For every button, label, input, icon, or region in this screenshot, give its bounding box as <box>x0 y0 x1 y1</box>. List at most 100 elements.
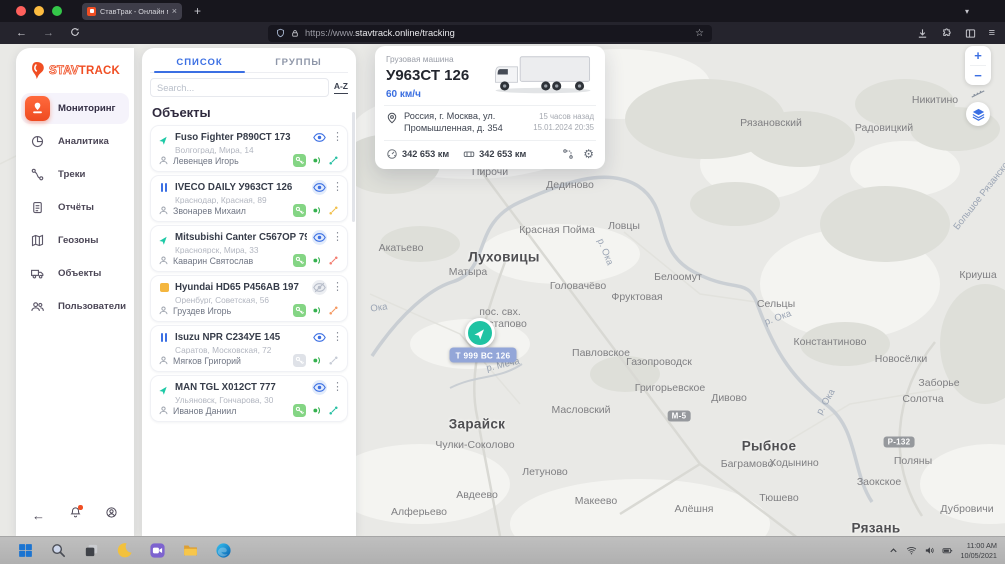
visibility-eye-icon[interactable] <box>312 180 327 195</box>
browser-menu-icon[interactable]: ≡ <box>989 27 995 39</box>
vehicle-status-icon <box>158 182 170 194</box>
marker-plate-label[interactable]: Т 999 ВС 126 <box>450 348 517 363</box>
extensions-puzzle-icon[interactable] <box>941 28 952 39</box>
sidebar-item-tracks[interactable]: Треки <box>21 159 129 190</box>
driver-name: Груздев Игорь <box>173 306 289 316</box>
file-explorer-icon[interactable] <box>179 540 201 562</box>
system-clock[interactable]: 11:00 AM 10/05/2021 <box>960 541 997 560</box>
vehicle-status-icon <box>158 132 170 144</box>
visibility-eye-icon[interactable] <box>312 280 327 295</box>
sidebar-item-monitoring[interactable]: Мониторинг <box>21 93 129 124</box>
tray-chevron-icon[interactable] <box>888 545 899 556</box>
notifications-bell-icon[interactable] <box>69 506 82 524</box>
window-close-button[interactable] <box>16 6 26 16</box>
tab-close-icon[interactable]: × <box>172 7 177 16</box>
sidebar-item-analytics[interactable]: Аналитика <box>21 126 129 157</box>
sidebar-item-label: Геозоны <box>58 235 98 246</box>
layers-icon <box>971 107 986 122</box>
map-measure-icon[interactable] <box>970 89 986 99</box>
vehicle-card[interactable]: MAN TGL Х012СТ 777 ⋮ Ульяновск, Гончаров… <box>150 375 348 422</box>
web-app-content: НикитиноРязановскийРадовицкийСергиевский… <box>0 44 1005 536</box>
vehicle-card[interactable]: Mitsubishi Canter С567ОР 790 ⋮ Красноярс… <box>150 225 348 272</box>
odometer-value: 342 653 км <box>402 149 449 159</box>
vehicle-menu-kebab-icon[interactable]: ⋮ <box>332 232 340 243</box>
sidebar-item-geozones[interactable]: Геозоны <box>21 225 129 256</box>
settings-gear-icon[interactable]: ⚙ <box>583 148 594 160</box>
vehicle-menu-kebab-icon[interactable]: ⋮ <box>332 382 340 393</box>
vehicle-card[interactable]: Hyundai HD65 Р456АВ 197 ⋮ Оренбург, Сове… <box>150 275 348 322</box>
night-mode-moon-icon[interactable] <box>113 540 135 562</box>
tab-groups[interactable]: ГРУППЫ <box>249 53 348 72</box>
start-button-icon[interactable] <box>14 540 36 562</box>
visibility-eye-icon[interactable] <box>312 230 327 245</box>
driver-name: Левенцев Игорь <box>173 156 289 166</box>
os-taskbar: 11:00 AM 10/05/2021 <box>0 536 1005 564</box>
vehicle-card[interactable]: IVECO DAILY У963СТ 126 ⋮ Краснодар, Крас… <box>150 175 348 222</box>
notification-dot <box>78 505 83 510</box>
vehicle-address: Оренбург, Советская, 56 <box>158 295 340 304</box>
downloads-icon[interactable] <box>917 28 928 39</box>
key-status-icon <box>293 204 306 217</box>
forward-button[interactable]: → <box>43 27 54 39</box>
sidebar-item-label: Отчёты <box>58 202 94 213</box>
sidebar-toggle-icon[interactable] <box>965 28 976 39</box>
vehicle-name: Isuzu NPR С234УЕ 145 <box>175 332 307 343</box>
account-icon[interactable] <box>105 506 118 524</box>
window-controls[interactable] <box>16 6 62 16</box>
window-minimize-button[interactable] <box>34 6 44 16</box>
vehicle-name: Hyundai HD65 Р456АВ 197 <box>175 282 307 293</box>
list-scrollbar[interactable] <box>352 112 356 222</box>
wifi-icon[interactable] <box>906 545 917 556</box>
reload-button[interactable] <box>70 27 80 40</box>
back-button[interactable]: ← <box>16 27 27 39</box>
map-layers-button[interactable] <box>966 102 990 126</box>
key-status-icon <box>293 254 306 267</box>
zoom-out-button[interactable]: − <box>965 66 991 85</box>
tab-favicon-icon <box>87 7 96 16</box>
driver-icon <box>158 405 169 416</box>
bookmark-star-icon[interactable]: ☆ <box>695 28 704 39</box>
browser-tab[interactable]: СтавТрак - Онлайн мониторинг × <box>82 3 182 20</box>
vehicle-menu-kebab-icon[interactable]: ⋮ <box>332 332 340 343</box>
vehicle-card[interactable]: Isuzu NPR С234УЕ 145 ⋮ Саратов, Московск… <box>150 325 348 372</box>
vehicle-plate: У963СТ 126 <box>386 67 492 84</box>
list-tabs-chevron-icon[interactable]: ▾ <box>965 7 969 16</box>
search-input[interactable] <box>150 78 329 97</box>
new-tab-button[interactable]: + <box>194 4 201 18</box>
vehicle-menu-kebab-icon[interactable]: ⋮ <box>332 132 340 143</box>
tab-list[interactable]: СПИСОК <box>150 53 249 72</box>
sidebar-item-label: Треки <box>58 169 85 180</box>
volume-icon[interactable] <box>924 545 935 556</box>
vehicle-map-marker[interactable] <box>465 318 495 348</box>
reports-icon <box>25 195 50 220</box>
ignition-status-icon <box>310 404 323 417</box>
collapse-sidebar-icon[interactable]: ← <box>32 508 45 523</box>
sort-az-button[interactable]: A-Z <box>334 81 348 93</box>
sidebar-item-objects[interactable]: Объекты <box>21 258 129 289</box>
driver-name: Звонарев Михаил <box>173 206 289 216</box>
address-bar[interactable]: https://www.stavtrack.online/tracking ☆ <box>268 25 712 42</box>
vehicle-menu-kebab-icon[interactable]: ⋮ <box>332 282 340 293</box>
ignition-status-icon <box>310 354 323 367</box>
video-app-icon[interactable] <box>146 540 168 562</box>
visibility-eye-icon[interactable] <box>312 380 327 395</box>
sidebar-item-reports[interactable]: Отчёты <box>21 192 129 223</box>
sidebar-item-users[interactable]: Пользователи <box>21 291 129 322</box>
zoom-in-button[interactable]: + <box>965 46 991 65</box>
visibility-eye-icon[interactable] <box>312 130 327 145</box>
vehicle-card[interactable]: Fuso Fighter Р890СТ 173 ⋮ Волгоград, Мир… <box>150 125 348 172</box>
driver-name: Мягков Григорий <box>173 356 289 366</box>
visibility-eye-icon[interactable] <box>312 330 327 345</box>
search-icon[interactable] <box>47 540 69 562</box>
vehicle-address: Саратов, Московская, 72 <box>158 345 340 354</box>
lock-icon <box>291 29 299 38</box>
window-maximize-button[interactable] <box>52 6 62 16</box>
battery-icon[interactable] <box>942 545 953 556</box>
route-icon[interactable] <box>562 148 574 160</box>
browser-tab-bar: СтавТрак - Онлайн мониторинг × + ▾ <box>0 0 1005 22</box>
task-view-icon[interactable] <box>80 540 102 562</box>
vehicle-menu-kebab-icon[interactable]: ⋮ <box>332 182 340 193</box>
connection-status-icon <box>327 154 340 167</box>
connection-status-icon <box>327 354 340 367</box>
edge-browser-icon[interactable] <box>212 540 234 562</box>
